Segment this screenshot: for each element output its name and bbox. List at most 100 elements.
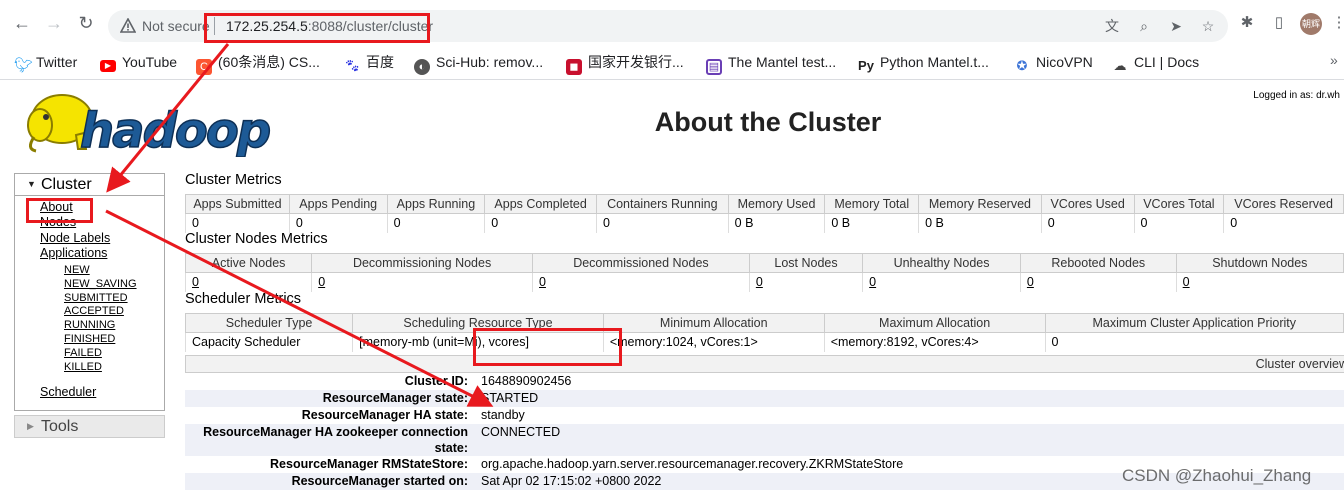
column-header[interactable]: Maximum Cluster Application Priority bbox=[1044, 313, 1344, 333]
column-header[interactable]: Apps Submitted bbox=[185, 194, 290, 214]
bookmark-youtube[interactable]: ▶ YouTube bbox=[100, 52, 177, 72]
forward-icon[interactable]: → bbox=[44, 13, 64, 33]
bookmark-label: The Mantel test... bbox=[728, 54, 837, 70]
column-header[interactable]: VCores Used bbox=[1040, 194, 1135, 214]
cluster-metrics-title: Cluster Metrics bbox=[185, 172, 282, 188]
table-row: 0 0 0 0 0 0 0 bbox=[184, 272, 1344, 292]
column-header[interactable]: Memory Total bbox=[824, 194, 920, 214]
bookmark-label: Twitter bbox=[36, 54, 78, 70]
nav-link-app-failed[interactable]: FAILED bbox=[64, 347, 102, 359]
active-nodes-link[interactable]: 0 bbox=[184, 272, 312, 292]
csdn-icon: C bbox=[196, 59, 212, 75]
column-header[interactable]: VCores Total bbox=[1133, 194, 1225, 214]
annotation-box-url bbox=[204, 13, 430, 43]
scheduler-metrics-table: Scheduler Type Scheduling Resource Type … bbox=[184, 313, 1344, 352]
overview-value: org.apache.hadoop.yarn.server.resourcema… bbox=[481, 457, 904, 471]
scihub-icon: ◐ bbox=[414, 59, 430, 75]
overview-value: CONNECTED bbox=[481, 425, 561, 439]
bookmark-csdn[interactable]: C (60条消息) CS... bbox=[196, 52, 320, 75]
menu-icon[interactable]: ⋮ bbox=[1330, 14, 1344, 32]
caret-down-icon: ▼ bbox=[27, 179, 36, 189]
bookmark-twitter[interactable]: 🐦︎ Twitter bbox=[14, 52, 78, 74]
nav-link-app-new[interactable]: NEW bbox=[64, 264, 90, 276]
table-cell: 0 B bbox=[727, 213, 825, 233]
bookmark-label: CLI | Docs bbox=[1134, 54, 1200, 70]
youtube-icon: ▶ bbox=[100, 60, 116, 72]
warning-icon[interactable] bbox=[120, 18, 136, 34]
translate-icon[interactable]: 文 bbox=[1104, 18, 1120, 34]
bookmark-label: NicoVPN bbox=[1036, 54, 1093, 70]
bookmark-scihub[interactable]: ◐ Sci-Hub: remov... bbox=[414, 52, 544, 75]
profile-avatar[interactable]: 朝辉 bbox=[1300, 13, 1322, 35]
column-header[interactable]: Scheduler Type bbox=[184, 313, 354, 333]
star-icon[interactable]: ☆ bbox=[1200, 18, 1216, 34]
reload-icon[interactable]: ↻ bbox=[76, 13, 96, 33]
overview-value: STARTED bbox=[481, 391, 539, 405]
nav-link-app-killed[interactable]: KILLED bbox=[64, 361, 102, 373]
bookmark-cdb[interactable]: ◼ 国家开发银行... bbox=[566, 52, 684, 75]
scheduler-metrics-title: Scheduler Metrics bbox=[185, 291, 302, 307]
bookmark-label: 百度 bbox=[366, 54, 394, 70]
column-header[interactable]: Lost Nodes bbox=[748, 253, 864, 273]
bookmark-mantel[interactable]: ▤ The Mantel test... bbox=[706, 52, 837, 75]
column-header[interactable]: Containers Running bbox=[596, 194, 729, 214]
column-header[interactable]: Shutdown Nodes bbox=[1175, 253, 1344, 273]
bookmarks-bar: 🐦︎ Twitter ▶ YouTube C (60条消息) CS... 🐾︎ 百度 ◐… bbox=[0, 48, 1344, 76]
nav-link-app-new-saving[interactable]: NEW_SAVING bbox=[64, 278, 137, 290]
overview-row-cluster-id: Cluster ID: 1648890902456 bbox=[185, 373, 1344, 390]
nav-link-app-accepted[interactable]: ACCEPTED bbox=[64, 305, 124, 317]
nav-link-scheduler[interactable]: Scheduler bbox=[40, 385, 96, 399]
send-icon[interactable]: ➤ bbox=[1168, 18, 1184, 34]
decommissioned-nodes-link[interactable]: 0 bbox=[532, 272, 750, 292]
overview-value: 1648890902456 bbox=[481, 374, 572, 388]
bookmark-label: Sci-Hub: remov... bbox=[436, 54, 544, 70]
bookmark-nicovpn[interactable]: ✪ NicoVPN bbox=[1014, 52, 1093, 73]
table-cell: 0 bbox=[1223, 213, 1344, 233]
column-header[interactable]: Decommissioned Nodes bbox=[532, 253, 750, 273]
nav-link-app-running[interactable]: RUNNING bbox=[64, 319, 115, 331]
cluster-accordion-header[interactable]: ▼ Cluster bbox=[14, 173, 165, 196]
overview-row-zk-state: ResourceManager HA zookeeper connection … bbox=[185, 424, 1344, 456]
column-header[interactable]: Memory Reserved bbox=[918, 194, 1042, 214]
table-cell: 0 B bbox=[918, 213, 1042, 233]
bookmarks-overflow-icon[interactable]: » bbox=[1330, 52, 1338, 68]
nav-link-node-labels[interactable]: Node Labels bbox=[40, 231, 110, 245]
browser-toolbar: ← → ↻ Not secure 172.25.254.5:8088/clust… bbox=[0, 0, 1344, 46]
nav-link-app-submitted[interactable]: SUBMITTED bbox=[64, 292, 128, 304]
hadoop-logo[interactable]: hadoop bbox=[16, 89, 286, 157]
tools-accordion-header[interactable]: ▶ Tools bbox=[14, 415, 165, 438]
extensions-icon[interactable]: ✱ bbox=[1238, 14, 1256, 32]
unhealthy-nodes-link[interactable]: 0 bbox=[862, 272, 1021, 292]
column-header[interactable]: Unhealthy Nodes bbox=[862, 253, 1021, 273]
bookmark-cli-docs[interactable]: ☁ CLI | Docs bbox=[1112, 52, 1200, 73]
decommissioning-nodes-link[interactable]: 0 bbox=[311, 272, 533, 292]
back-icon[interactable]: ← bbox=[12, 13, 32, 33]
zoom-icon[interactable]: ⌕ bbox=[1136, 18, 1152, 34]
cluster-accordion-label: Cluster bbox=[41, 176, 92, 193]
bookmark-label: YouTube bbox=[122, 54, 178, 70]
lost-nodes-link[interactable]: 0 bbox=[748, 272, 863, 292]
table-cell: 0 bbox=[386, 213, 485, 233]
column-header[interactable]: Minimum Allocation bbox=[602, 313, 825, 333]
overview-value: Sat Apr 02 17:15:02 +0800 2022 bbox=[481, 474, 662, 488]
bookmark-python-mantel[interactable]: Py Python Mantel.t... bbox=[858, 52, 989, 73]
column-header[interactable]: Maximum Allocation bbox=[823, 313, 1046, 333]
browser-chrome: ← → ↻ Not secure 172.25.254.5:8088/clust… bbox=[0, 0, 1344, 80]
rebooted-nodes-link[interactable]: 0 bbox=[1019, 272, 1177, 292]
column-header[interactable]: Apps Pending bbox=[288, 194, 388, 214]
shutdown-nodes-link[interactable]: 0 bbox=[1175, 272, 1344, 292]
column-header[interactable]: VCores Reserved bbox=[1223, 194, 1344, 214]
column-header[interactable]: Rebooted Nodes bbox=[1019, 253, 1177, 273]
nav-link-applications[interactable]: Applications bbox=[40, 246, 107, 260]
nav-link-app-finished[interactable]: FINISHED bbox=[64, 333, 115, 345]
column-header[interactable]: Memory Used bbox=[727, 194, 826, 214]
table-cell: Capacity Scheduler bbox=[184, 332, 353, 352]
column-header[interactable]: Decommissioning Nodes bbox=[311, 253, 533, 273]
bookmark-baidu[interactable]: 🐾︎ 百度 bbox=[344, 52, 394, 73]
column-header[interactable]: Active Nodes bbox=[184, 253, 313, 273]
table-header-row: Apps Submitted Apps Pending Apps Running… bbox=[185, 194, 1344, 214]
column-header[interactable]: Apps Completed bbox=[484, 194, 597, 214]
column-header[interactable]: Apps Running bbox=[386, 194, 486, 214]
node-metrics-title: Cluster Nodes Metrics bbox=[185, 231, 328, 247]
side-panel-icon[interactable]: ▯ bbox=[1270, 14, 1288, 32]
